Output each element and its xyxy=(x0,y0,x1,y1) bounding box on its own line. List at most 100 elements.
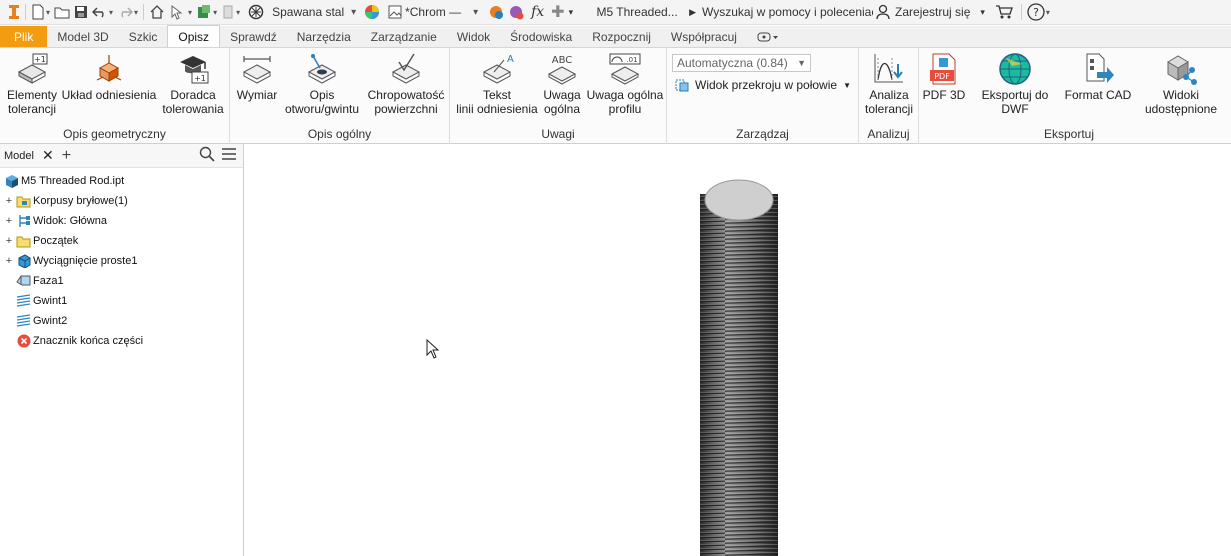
panel-title-manage: Zarządzaj xyxy=(736,127,789,141)
sign-in-dropdown-icon[interactable]: ▾ xyxy=(978,1,987,23)
appearance-color-icon[interactable] xyxy=(362,1,382,23)
document-title: M5 Threaded... xyxy=(596,5,678,19)
tree-label-chamfer: Faza1 xyxy=(33,275,64,287)
tolerance-analysis-label-2: tolerancji xyxy=(864,102,914,116)
tab-tools[interactable]: Narzędzia xyxy=(287,26,361,47)
close-icon[interactable]: ✕ xyxy=(42,147,54,164)
user-icon[interactable] xyxy=(873,1,893,23)
half-section-view-button[interactable]: Widok przekroju w połowie ▼ xyxy=(675,78,851,92)
separator xyxy=(143,4,145,20)
redo-icon[interactable]: ▾ xyxy=(115,1,140,23)
annotation-scale-value: Automatyczna (0.84) xyxy=(677,56,788,70)
material-dropdown[interactable]: Spawana stal ▾ xyxy=(270,1,358,23)
folder-icon xyxy=(16,234,31,248)
measure-icon[interactable]: ▾ xyxy=(219,1,242,23)
datum-system-button[interactable]: Układ odniesienia xyxy=(60,52,158,102)
export-dwf-button[interactable]: Eksportuj do DWF xyxy=(967,52,1063,116)
tab-view[interactable]: Widok xyxy=(447,26,500,47)
title-arrow-icon: ▶ xyxy=(689,6,697,17)
half-section-view-label: Widok przekroju w połowie xyxy=(695,78,838,92)
shared-views-label-2: udostępnione xyxy=(1144,102,1218,116)
new-file-icon[interactable]: ▾ xyxy=(29,1,52,23)
svg-text:A: A xyxy=(507,54,514,65)
tree-item-origin[interactable]: + Początek xyxy=(0,231,243,251)
browser-tab-model[interactable]: Model xyxy=(4,150,34,162)
tab-manage[interactable]: Zarządzanie xyxy=(361,26,447,47)
menu-icon[interactable] xyxy=(221,147,237,164)
tree-item-end-of-part[interactable]: Znacznik końca części xyxy=(0,331,243,351)
svg-text:.01: .01 xyxy=(626,56,637,64)
export-cad-button[interactable]: Format CAD xyxy=(1063,52,1133,102)
view-rep-icon xyxy=(16,214,31,228)
tab-collaborate[interactable]: Współpracuj xyxy=(661,26,747,47)
hole-thread-notes-button[interactable]: Opis otworu/gwintu xyxy=(280,52,364,116)
save-icon[interactable] xyxy=(72,1,90,23)
help-icon[interactable]: ? ▾ xyxy=(1025,1,1052,23)
tree-item-thread-1[interactable]: Gwint1 xyxy=(0,291,243,311)
clear-appearance-icon[interactable] xyxy=(506,1,526,23)
material-icon[interactable] xyxy=(246,1,266,23)
general-note-button[interactable]: ABC Uwaga ogólna xyxy=(538,52,586,116)
panel-manage: Automatyczna (0.84) ▼ Widok przekroju w … xyxy=(667,48,859,144)
panel-geometric-annotation: +1 Elementy tolerancji Układ odniesienia… xyxy=(0,48,230,144)
pdf-3d-button[interactable]: PDF PDF 3D xyxy=(921,52,967,102)
tree-item-chamfer[interactable]: Faza1 xyxy=(0,271,243,291)
tree-item-root[interactable]: M5 Threaded Rod.ipt xyxy=(0,171,243,191)
leader-text-icon: A xyxy=(482,54,514,84)
tree-label-end-of-part: Znacznik końca części xyxy=(33,335,144,347)
tolerance-advisor-button[interactable]: +1 Doradca tolerowania xyxy=(160,52,226,116)
leader-text-button[interactable]: A Tekst linii odniesienia xyxy=(452,52,542,116)
tab-annotate[interactable]: Opisz xyxy=(167,25,221,47)
expand-icon[interactable]: + xyxy=(4,255,14,267)
tab-model-3d[interactable]: Model 3D xyxy=(47,26,118,47)
tab-inspect[interactable]: Sprawdź xyxy=(220,26,287,47)
tree-item-solid-bodies[interactable]: + Korpusy bryłowe(1) xyxy=(0,191,243,211)
shared-views-button[interactable]: Widoki udostępnione xyxy=(1141,52,1221,116)
expand-icon[interactable]: + xyxy=(4,235,14,247)
tab-environments[interactable]: Środowiska xyxy=(500,26,582,47)
material-value: Spawana stal xyxy=(272,5,345,19)
sign-in-link[interactable]: Zarejestruj się xyxy=(893,1,972,23)
hole-thread-label-2: otworu/gwintu xyxy=(284,102,360,116)
chevron-down-icon: ▼ xyxy=(843,80,851,90)
tab-file[interactable]: Plik xyxy=(0,26,48,47)
image-icon xyxy=(388,5,402,19)
tab-get-started[interactable]: Rozpocznij xyxy=(582,26,661,47)
tolerance-analysis-button[interactable]: Analiza tolerancji xyxy=(861,52,917,116)
adjust-appearance-icon[interactable] xyxy=(486,1,506,23)
annotation-scale-dropdown[interactable]: Automatyczna (0.84) ▼ xyxy=(672,54,811,72)
expand-icon[interactable]: + xyxy=(4,215,14,227)
tab-sketch[interactable]: Szkic xyxy=(119,26,168,47)
search-icon[interactable] xyxy=(199,146,215,165)
dimension-label: Wymiar xyxy=(236,88,278,102)
panel-title-export: Eksportuj xyxy=(1043,127,1095,141)
undo-icon[interactable]: ▾ xyxy=(90,1,115,23)
home-icon[interactable] xyxy=(147,1,167,23)
graphics-viewport[interactable] xyxy=(245,144,1231,556)
tree-item-view[interactable]: + Widok: Główna xyxy=(0,211,243,231)
folder-bodies-icon xyxy=(16,194,31,208)
tree-label-thread-1: Gwint1 xyxy=(33,295,68,307)
ribbon-display-options[interactable] xyxy=(747,26,789,47)
help-search-input[interactable]: Wyszukaj w pomocy i poleceniach xyxy=(700,1,873,23)
dimension-button[interactable]: Wymiar xyxy=(232,52,282,102)
app-logo-icon[interactable] xyxy=(6,1,22,23)
customize-toolbar-icon[interactable]: ▾ xyxy=(567,1,576,23)
general-profile-note-button[interactable]: .01 Uwaga ogólna profilu xyxy=(586,52,664,116)
appearance-dropdown[interactable]: *Chrom — ▾ xyxy=(386,1,486,23)
tree-label-extrusion: Wyciągnięcie proste1 xyxy=(33,255,138,267)
tolerance-feature-button[interactable]: +1 Elementy tolerancji xyxy=(4,52,60,116)
threaded-rod-model[interactable] xyxy=(245,144,1231,556)
tree-item-extrusion[interactable]: + Wyciągnięcie proste1 xyxy=(0,251,243,271)
surface-texture-button[interactable]: Chropowatość powierzchni xyxy=(364,52,448,116)
expand-icon[interactable]: + xyxy=(4,195,14,207)
tree-item-thread-2[interactable]: Gwint2 xyxy=(0,311,243,331)
select-tool-icon[interactable]: ▾ xyxy=(167,1,194,23)
ribbon: +1 Elementy tolerancji Układ odniesienia… xyxy=(0,48,1231,144)
add-icon[interactable]: ✚ xyxy=(549,1,566,23)
cart-icon[interactable] xyxy=(993,1,1015,23)
update-icon[interactable]: ▾ xyxy=(194,1,219,23)
parameters-fx-icon[interactable]: fx xyxy=(526,1,549,23)
add-tab-icon[interactable]: + xyxy=(62,147,71,165)
open-folder-icon[interactable] xyxy=(52,1,72,23)
